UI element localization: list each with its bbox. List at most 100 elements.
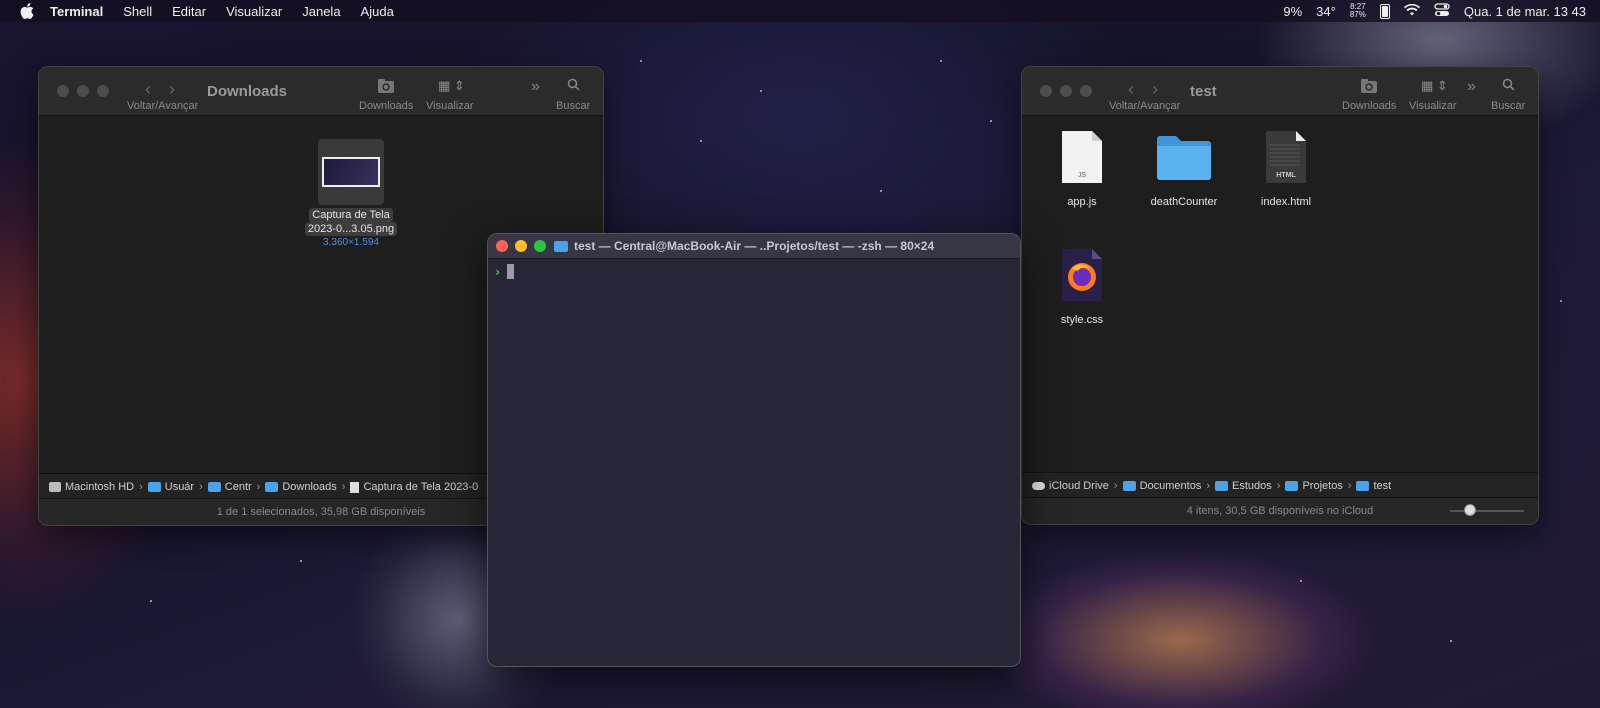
window-controls — [496, 240, 546, 252]
image-thumbnail — [318, 139, 384, 205]
datetime[interactable]: Qua. 1 de mar. 13 43 — [1464, 4, 1586, 19]
forward-icon[interactable]: › — [1152, 79, 1158, 100]
disk-icon — [49, 482, 61, 492]
file-name-line1: Captura de Tela — [309, 208, 393, 222]
document-icon — [350, 481, 360, 493]
system-stats[interactable]: 8:27 87% — [1350, 3, 1366, 19]
finder-toolbar: ‹ › Voltar/Avançar Downloads Downloads ▦… — [39, 67, 603, 116]
zoom-button[interactable] — [1080, 85, 1092, 97]
folder-icon — [265, 482, 279, 492]
window-controls — [1040, 85, 1092, 97]
downloads-caption: Downloads — [359, 100, 414, 112]
menu-ajuda[interactable]: Ajuda — [351, 4, 404, 19]
folder-icon — [1285, 481, 1299, 491]
file-style-css[interactable]: style.css — [1032, 247, 1132, 326]
status-text: 4 itens, 30,5 GB disponíveis no iCloud — [1186, 505, 1374, 517]
nav-arrows: ‹ › — [145, 79, 175, 100]
menu-editar[interactable]: Editar — [162, 4, 216, 19]
folder-icon — [1122, 481, 1136, 491]
text-cursor — [507, 264, 515, 279]
terminal-prompt[interactable]: › — [494, 264, 515, 279]
path-file[interactable]: Captura de Tela 2023-0 — [350, 481, 478, 493]
minimize-button[interactable] — [1060, 85, 1072, 97]
search-caption: Buscar — [556, 100, 591, 112]
menu-bar: Terminal Shell Editar Visualizar Janela … — [0, 0, 1600, 22]
zoom-button[interactable] — [534, 240, 546, 252]
path-estudos[interactable]: Estudos — [1215, 480, 1272, 492]
status-bar: 4 itens, 30,5 GB disponíveis no iCloud — [1022, 497, 1538, 524]
file-index-html[interactable]: HTML index.html — [1236, 129, 1336, 208]
file-name: index.html — [1260, 196, 1312, 208]
menu-janela[interactable]: Janela — [292, 4, 350, 19]
close-button[interactable] — [1040, 85, 1052, 97]
folder-icon — [1157, 136, 1211, 180]
downloads-caption: Downloads — [1342, 100, 1397, 112]
forward-icon[interactable]: › — [169, 79, 175, 100]
temperature[interactable]: 34° — [1316, 4, 1336, 19]
path-documentos[interactable]: Documentos — [1122, 480, 1201, 492]
path-central[interactable]: Centr — [207, 481, 252, 493]
icon-size-slider[interactable] — [1450, 504, 1524, 516]
terminal-title-text: test — Central@MacBook-Air — ..Projetos/… — [574, 239, 935, 253]
js-file-icon: JS — [1062, 131, 1102, 183]
battery-percent[interactable]: 9% — [1283, 4, 1302, 19]
downloads-folder-icon[interactable] — [1360, 78, 1378, 99]
more-chevrons-icon[interactable]: » — [1467, 78, 1476, 96]
slider-knob[interactable] — [1464, 504, 1476, 516]
prompt-arrow-icon: › — [494, 264, 502, 279]
battery-icon[interactable] — [1379, 3, 1390, 19]
path-bar: iCloud Drive › Documentos › Estudos › Proje… — [1022, 472, 1538, 499]
menu-app-name[interactable]: Terminal — [50, 4, 113, 19]
path-test[interactable]: test — [1356, 480, 1391, 492]
stats-bottom: 87% — [1349, 10, 1366, 19]
file-name-line2: 2023-0...3.05.png — [304, 222, 398, 236]
image-dimensions: 3.360×1.594 — [323, 237, 379, 248]
menu-visualizar[interactable]: Visualizar — [216, 4, 292, 19]
svg-text:JS: JS — [1078, 172, 1087, 179]
search-icon[interactable] — [567, 78, 580, 96]
path-downloads[interactable]: Downloads — [265, 481, 337, 493]
more-chevrons-icon[interactable]: » — [531, 78, 540, 96]
close-button[interactable] — [496, 240, 508, 252]
html-file-icon: HTML — [1266, 131, 1306, 183]
finder-toolbar: ‹ › Voltar/Avançar test Downloads ▦ ⇕ Vi… — [1022, 67, 1538, 116]
file-name: style.css — [1060, 314, 1104, 326]
folder-icon — [1215, 481, 1229, 491]
path-projetos[interactable]: Projetos — [1285, 480, 1343, 492]
back-icon[interactable]: ‹ — [1128, 79, 1134, 100]
window-title: Downloads — [207, 83, 288, 100]
view-grid-icon[interactable]: ▦ ⇕ — [1421, 78, 1448, 94]
view-grid-icon[interactable]: ▦ ⇕ — [438, 78, 465, 94]
back-icon[interactable]: ‹ — [145, 79, 151, 100]
folder-icon — [207, 482, 221, 492]
folder-icon — [147, 482, 161, 492]
file-screenshot[interactable]: Captura de Tela 2023-0...3.05.png 3.360×… — [301, 139, 401, 248]
search-icon[interactable] — [1502, 78, 1515, 96]
apple-logo-icon[interactable] — [16, 3, 38, 19]
folder-icon — [1356, 481, 1370, 491]
nav-caption: Voltar/Avançar — [1109, 100, 1181, 112]
wifi-icon[interactable] — [1403, 3, 1420, 19]
cloud-icon — [1032, 482, 1045, 490]
view-caption: Visualizar — [426, 100, 474, 112]
close-button[interactable] — [57, 85, 69, 97]
menu-shell[interactable]: Shell — [113, 4, 162, 19]
terminal-titlebar[interactable]: test — Central@MacBook-Air — ..Projetos/… — [488, 234, 1020, 259]
folder-deathcounter[interactable]: deathCounter — [1134, 129, 1234, 208]
window-title: test — [1190, 83, 1217, 100]
terminal-window[interactable]: test — Central@MacBook-Air — ..Projetos/… — [487, 233, 1021, 667]
folder-icon — [554, 240, 568, 252]
path-macintosh-hd[interactable]: Macintosh HD — [49, 481, 134, 493]
path-usuarios[interactable]: Usuár — [147, 481, 194, 493]
firefox-file-icon — [1062, 249, 1102, 301]
zoom-button[interactable] — [97, 85, 109, 97]
nav-arrows: ‹ › — [1128, 79, 1158, 100]
file-app-js[interactable]: JS app.js — [1032, 129, 1132, 208]
file-name: app.js — [1067, 196, 1097, 208]
downloads-folder-icon[interactable] — [377, 78, 395, 99]
control-center-icon[interactable] — [1434, 2, 1450, 20]
path-icloud-drive[interactable]: iCloud Drive — [1032, 480, 1109, 492]
minimize-button[interactable] — [77, 85, 89, 97]
minimize-button[interactable] — [515, 240, 527, 252]
window-controls — [57, 85, 109, 97]
